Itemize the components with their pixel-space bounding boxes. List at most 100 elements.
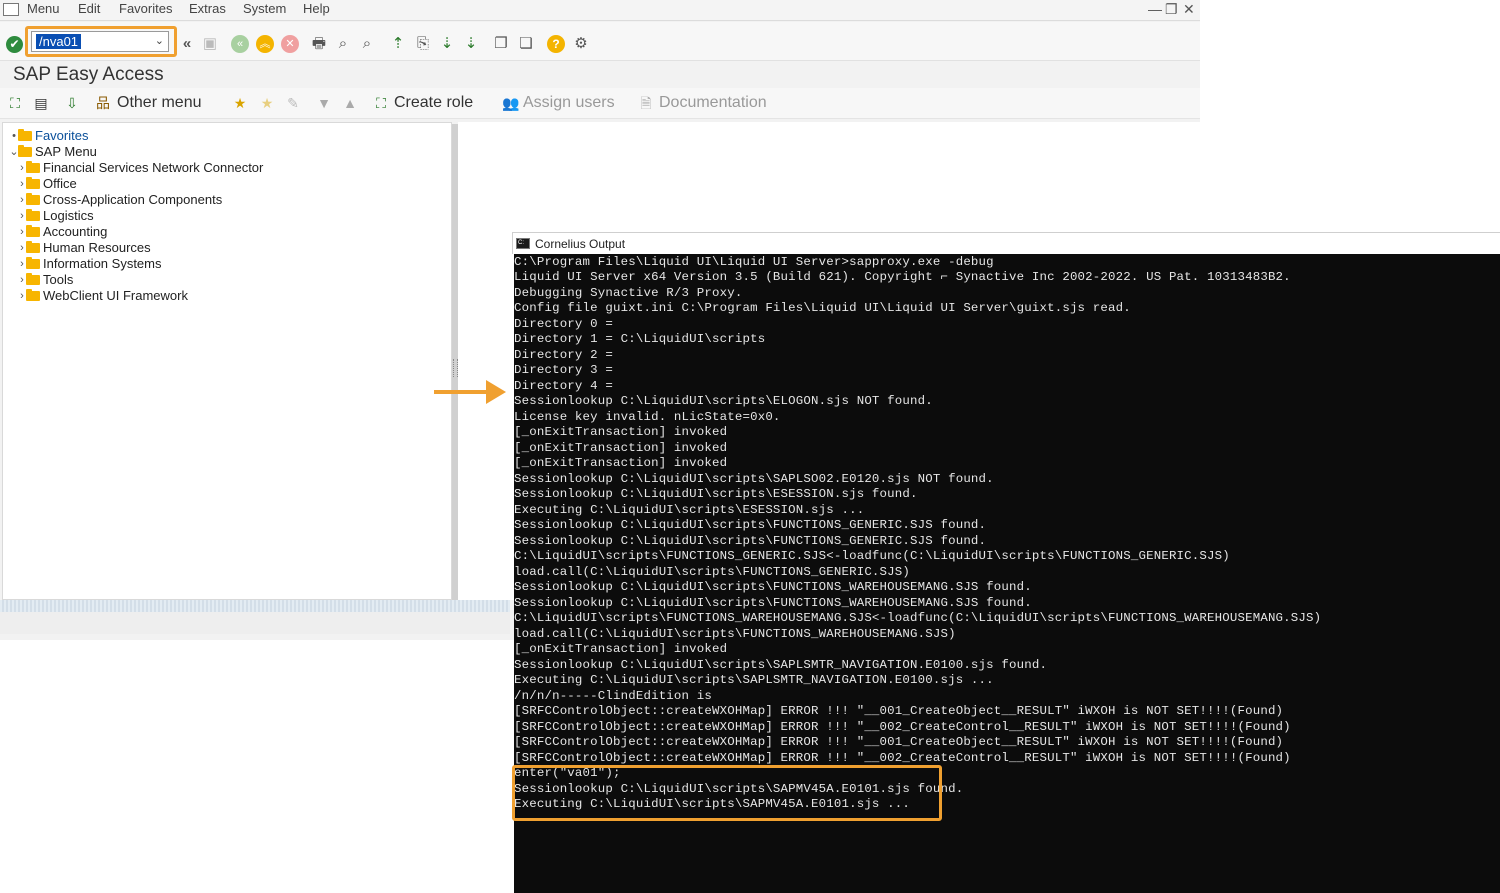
- console-line: [SRFCControlObject::createWXOHMap] ERROR…: [514, 735, 1283, 750]
- application-toolbar: ⛶ ▤ ⇩ 品 Other menu ★ ★ ✎ ▼ ▲ ⛶ Create ro…: [0, 88, 1200, 119]
- folder-icon: [26, 227, 40, 237]
- move-up-icon[interactable]: ▲: [342, 95, 358, 111]
- menu-item-favorites[interactable]: Favorites: [119, 1, 172, 16]
- restore-icon[interactable]: ❐: [1165, 1, 1178, 18]
- screen-title: SAP Easy Access: [13, 64, 164, 86]
- folder-open-icon: [18, 147, 32, 157]
- new-session-icon[interactable]: ❐: [492, 35, 510, 53]
- documentation-icon[interactable]: 🗎: [638, 95, 654, 111]
- folder-icon: [26, 275, 40, 285]
- tree-item-label: Office: [43, 176, 77, 192]
- tree-item-label: Accounting: [43, 224, 107, 240]
- tree-item-label: Tools: [43, 272, 73, 288]
- save-icon[interactable]: ▣: [201, 35, 219, 53]
- output-highlight: [512, 765, 942, 821]
- back-icon[interactable]: «: [231, 35, 249, 53]
- other-menu-icon[interactable]: 品: [95, 95, 111, 111]
- documentation-button[interactable]: Documentation: [659, 94, 767, 112]
- console-line: Sessionlookup C:\LiquidUI\scripts\ESESSI…: [514, 487, 918, 502]
- download-icon[interactable]: ⇩: [64, 95, 80, 111]
- tree-item-label: WebClient UI Framework: [43, 288, 188, 304]
- create-role-button[interactable]: Create role: [394, 94, 473, 112]
- menu-tree: • Favorites ⌄ SAP Menu ›Financial Servic…: [2, 122, 452, 600]
- settings-gear-icon[interactable]: ⚙: [572, 35, 590, 53]
- close-icon[interactable]: ✕: [1183, 1, 1195, 18]
- console-line: Directory 3 =: [514, 363, 613, 378]
- console-line: Sessionlookup C:\LiquidUI\scripts\FUNCTI…: [514, 518, 986, 533]
- console-line: [_onExitTransaction] invoked: [514, 441, 727, 456]
- console-line: Sessionlookup C:\LiquidUI\scripts\FUNCTI…: [514, 596, 1032, 611]
- app-menu-icon[interactable]: [3, 3, 19, 16]
- folder-icon: [26, 211, 40, 221]
- console-line: C:\LiquidUI\scripts\FUNCTIONS_WAREHOUSEM…: [514, 611, 1321, 626]
- console-line: C:\Program Files\Liquid UI\Liquid UI Ser…: [514, 255, 994, 270]
- find-icon[interactable]: ⌕: [334, 35, 352, 53]
- menu-bar: Menu Edit Favorites Extras System Help —…: [0, 0, 1200, 21]
- title-bar: SAP Easy Access: [0, 61, 1200, 88]
- console-line: C:\LiquidUI\scripts\FUNCTIONS_GENERIC.SJ…: [514, 549, 1230, 564]
- folder-icon: [26, 179, 40, 189]
- menu-item-menu[interactable]: Menu: [27, 1, 60, 16]
- move-down-icon[interactable]: ▼: [316, 95, 332, 111]
- tree-item-label: Information Systems: [43, 256, 162, 272]
- system-toolbar: ✔ /nva01 ⌄ « ▣ « ︽ ✕ 🖶 ⌕ ⌕ ⇡ ⎘ ⇣ ⇣ ❐ ❏ ?…: [0, 22, 1200, 61]
- console-line: load.call(C:\LiquidUI\scripts\FUNCTIONS_…: [514, 565, 910, 580]
- bottom-bar: [0, 612, 510, 634]
- next-page-icon[interactable]: ⇣: [438, 35, 456, 53]
- minimize-icon[interactable]: —: [1148, 1, 1162, 17]
- menu-user-icon[interactable]: ⛶: [7, 95, 23, 111]
- delete-favorite-icon[interactable]: ★: [259, 95, 275, 111]
- menu-item-help[interactable]: Help: [303, 1, 330, 16]
- assign-users-button[interactable]: Assign users: [523, 94, 615, 112]
- print-icon[interactable]: 🖶: [310, 35, 328, 53]
- console-line: Directory 2 =: [514, 348, 613, 363]
- console-title-bar: C: Cornelius Output: [512, 232, 1500, 254]
- tree-item-label: SAP Menu: [35, 144, 97, 160]
- menu-item-system[interactable]: System: [243, 1, 286, 16]
- collapse-left-icon[interactable]: «: [178, 35, 196, 53]
- console-line: Sessionlookup C:\LiquidUI\scripts\FUNCTI…: [514, 580, 1032, 595]
- console-line: Directory 0 =: [514, 317, 613, 332]
- folder-icon: [26, 163, 40, 173]
- menu-item-extras[interactable]: Extras: [189, 1, 226, 16]
- first-page-icon[interactable]: ⇡: [389, 35, 407, 53]
- console-line: Executing C:\LiquidUI\scripts\SAPLSMTR_N…: [514, 673, 994, 688]
- console-line: [SRFCControlObject::createWXOHMap] ERROR…: [514, 751, 1291, 766]
- tree-item-label: Cross-Application Components: [43, 192, 222, 208]
- folder-icon: [26, 291, 40, 301]
- console-line: [SRFCControlObject::createWXOHMap] ERROR…: [514, 720, 1291, 735]
- tree-item-label: Human Resources: [43, 240, 151, 256]
- console-line: [_onExitTransaction] invoked: [514, 456, 727, 471]
- previous-page-icon[interactable]: ⎘: [414, 35, 432, 53]
- tree-item-label: Logistics: [43, 208, 94, 224]
- console-line: Directory 4 =: [514, 379, 613, 394]
- change-favorite-icon[interactable]: ✎: [285, 95, 301, 111]
- cancel-icon[interactable]: ✕: [281, 35, 299, 53]
- console-line: Sessionlookup C:\LiquidUI\scripts\SAPLSO…: [514, 472, 994, 487]
- console-line: Liquid UI Server x64 Version 3.5 (Build …: [514, 270, 1291, 285]
- add-favorite-icon[interactable]: ★: [232, 95, 248, 111]
- exit-icon[interactable]: ︽: [256, 35, 274, 53]
- edit-menu-icon[interactable]: ▤: [33, 95, 49, 111]
- assign-users-icon[interactable]: 👥: [502, 95, 518, 111]
- find-next-icon[interactable]: ⌕: [358, 35, 376, 53]
- last-page-icon[interactable]: ⇣: [462, 35, 480, 53]
- console-line: Debugging Synactive R/3 Proxy.: [514, 286, 742, 301]
- console-line: Executing C:\LiquidUI\scripts\ESESSION.s…: [514, 503, 864, 518]
- folder-icon: [26, 195, 40, 205]
- other-menu-button[interactable]: Other menu: [117, 94, 201, 112]
- folder-icon: [26, 259, 40, 269]
- orange-arrow-icon: [434, 380, 506, 404]
- console-line: [SRFCControlObject::createWXOHMap] ERROR…: [514, 704, 1283, 719]
- console-line: License key invalid. nLicState=0x0.: [514, 410, 781, 425]
- console-line: Config file guixt.ini C:\Program Files\L…: [514, 301, 1131, 316]
- menu-item-edit[interactable]: Edit: [78, 1, 100, 16]
- status-strip: [0, 600, 510, 612]
- folder-icon: [18, 131, 32, 141]
- console-line: Sessionlookup C:\LiquidUI\scripts\SAPLSM…: [514, 658, 1047, 673]
- help-icon[interactable]: ?: [547, 35, 565, 53]
- enter-check-icon[interactable]: ✔: [6, 36, 23, 53]
- shortcut-icon[interactable]: ❏: [517, 35, 535, 53]
- create-role-icon[interactable]: ⛶: [373, 95, 389, 111]
- folder-icon: [26, 243, 40, 253]
